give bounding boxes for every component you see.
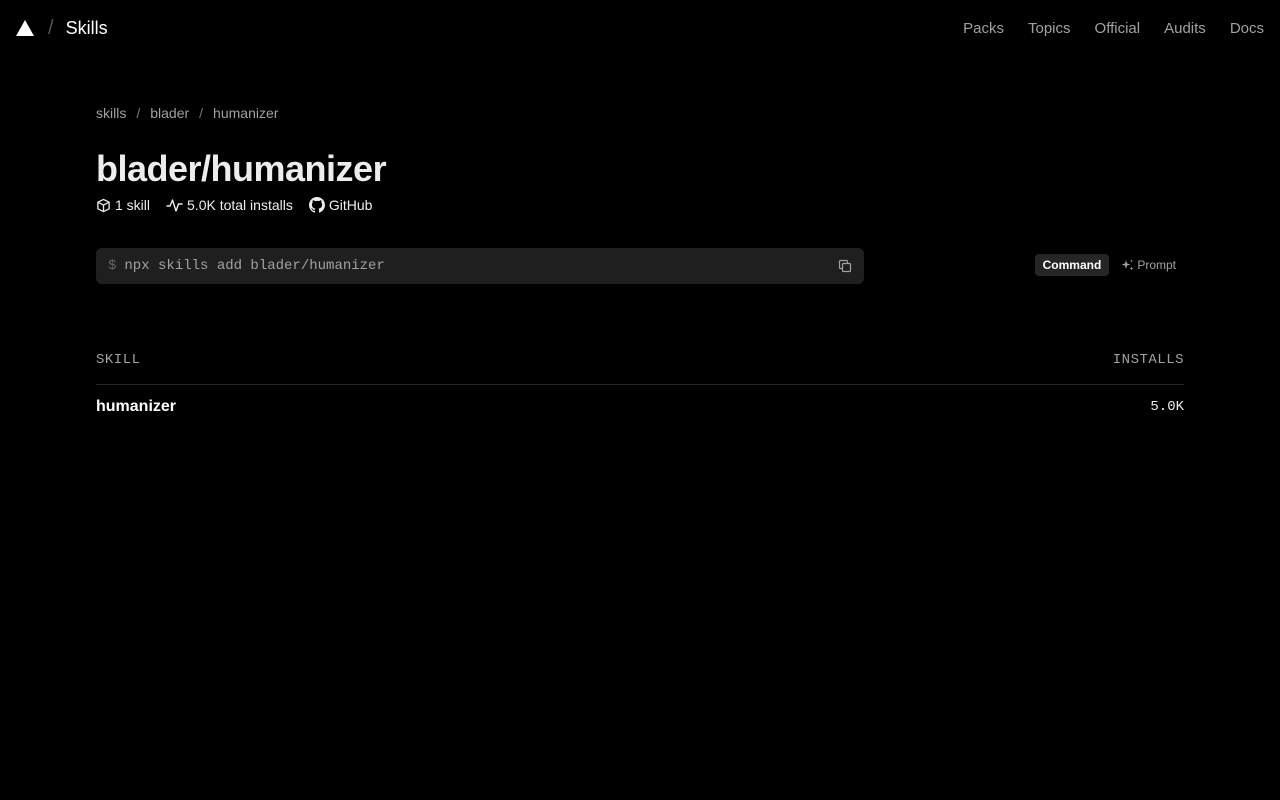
page-title: blader/humanizer [96,148,387,189]
nav-topics[interactable]: Topics [1028,20,1071,37]
copy-icon [838,259,852,273]
breadcrumb: skills / blader / humanizer [96,105,278,121]
tab-prompt-label: Prompt [1137,258,1176,272]
table-header: SKILL INSTALLS [96,352,1184,385]
brand-name[interactable]: Skills [66,18,108,39]
main-nav: Packs Topics Official Audits Docs [939,20,1264,37]
triangle-logo-icon[interactable] [16,20,34,36]
command-text-wrap: $ npx skills add blader/humanizer [108,258,385,274]
total-installs: 5.0K total installs [166,197,293,213]
copy-button[interactable] [838,259,852,273]
tab-command[interactable]: Command [1034,254,1110,276]
nav-docs[interactable]: Docs [1230,20,1264,37]
nav-official[interactable]: Official [1095,20,1141,37]
nav-audits[interactable]: Audits [1164,20,1206,37]
column-installs: INSTALLS [1112,352,1184,368]
skill-count-label: 1 skill [115,197,151,213]
github-icon [308,197,325,213]
breadcrumb-separator: / [136,105,141,121]
brand-separator: / [48,16,54,39]
meta-row: 1 skill 5.0K total installs GitHub [96,197,388,213]
brand: / Skills [16,17,108,40]
skill-name[interactable]: humanizer [96,398,176,416]
top-bar: / Skills Packs Topics Official Audits Do… [0,0,1280,56]
mode-toggle: Command Prompt [1031,254,1184,276]
sparkle-icon [1121,259,1134,270]
install-command-box[interactable]: $ npx skills add blader/humanizer [96,248,864,284]
activity-icon [166,198,183,212]
breadcrumb-humanizer: humanizer [213,105,279,121]
command-prompt: $ [108,258,117,274]
skill-installs: 5.0K [1150,399,1184,415]
command-text[interactable]: npx skills add blader/humanizer [124,258,384,274]
breadcrumb-skills[interactable]: skills [96,105,126,121]
github-label: GitHub [328,197,373,213]
nav-packs[interactable]: Packs [963,20,1004,37]
github-link[interactable]: GitHub [308,197,373,213]
breadcrumb-separator: / [199,105,204,121]
total-installs-label: 5.0K total installs [187,197,293,213]
skill-count: 1 skill [96,197,150,213]
tab-prompt[interactable]: Prompt [1113,254,1184,276]
cube-icon [97,198,110,212]
breadcrumb-blader[interactable]: blader [150,105,189,121]
table-row[interactable]: humanizer 5.0K [96,398,1184,416]
column-skill: SKILL [96,352,141,368]
